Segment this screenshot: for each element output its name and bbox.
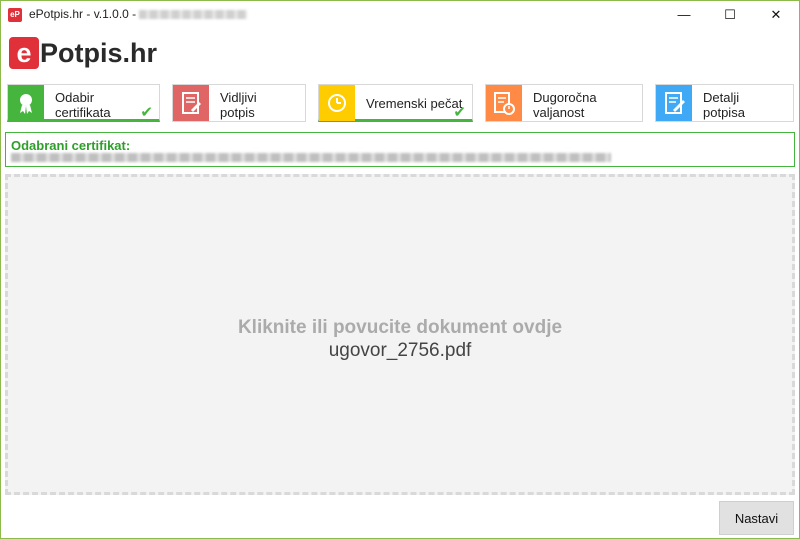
document-drop-zone[interactable]: Kliknite ili povucite dokument ovdje ugo… [5, 174, 795, 495]
blurred-email [139, 10, 248, 20]
maximize-button[interactable]: ☐ [707, 1, 753, 28]
drop-hint: Kliknite ili povucite dokument ovdje [237, 317, 563, 338]
logo-e-mark: e [9, 37, 39, 69]
title-bar[interactable]: eP ePotpis.hr - v.1.0.0 - — ☐ ✕ [1, 1, 799, 28]
edit-document-icon [656, 85, 692, 121]
signed-document-icon [173, 85, 209, 121]
step-timestamp[interactable]: Vremenski pečat ✔ [318, 84, 473, 122]
app-logo-icon: eP [8, 8, 22, 22]
checkmark-icon: ✔ [140, 104, 153, 121]
document-clock-icon [486, 85, 522, 121]
brand-logo: e Potpis.hr [9, 37, 157, 69]
step-signature-details[interactable]: Detalji potpisa [655, 84, 794, 122]
checkmark-icon: ✔ [453, 104, 466, 121]
logo-text: Potpis.hr [40, 38, 158, 68]
step-long-term-validity[interactable]: Dugoročna valjanost [485, 84, 643, 122]
step-label: Dugoročna valjanost [533, 90, 597, 120]
award-ribbon-icon [8, 85, 44, 121]
step-visible-signature[interactable]: Vidljivi potpis [172, 84, 306, 122]
app-window: eP ePotpis.hr - v.1.0.0 - — ☐ ✕ e Potpis.… [0, 0, 800, 539]
selected-certificate-panel: Odabrani certifikat: [5, 132, 795, 167]
next-button[interactable]: Nastavi [719, 501, 794, 535]
certificate-value-redacted [11, 153, 611, 162]
step-certificate-selection[interactable]: Odabir certifikata ✔ [7, 84, 160, 122]
certificate-title: Odabrani certifikat: [11, 138, 131, 153]
selected-file-name: ugovor_2756.pdf [328, 340, 472, 361]
window-title: ePotpis.hr - v.1.0.0 - [29, 7, 248, 21]
step-label: Vremenski pečat [366, 96, 463, 111]
step-label: Odabir certifikata [55, 90, 111, 120]
step-label: Vidljivi potpis [220, 90, 257, 120]
step-label: Detalji potpisa [703, 90, 745, 120]
clock-icon [319, 85, 355, 121]
close-button[interactable]: ✕ [753, 1, 799, 28]
minimize-button[interactable]: — [661, 1, 707, 28]
